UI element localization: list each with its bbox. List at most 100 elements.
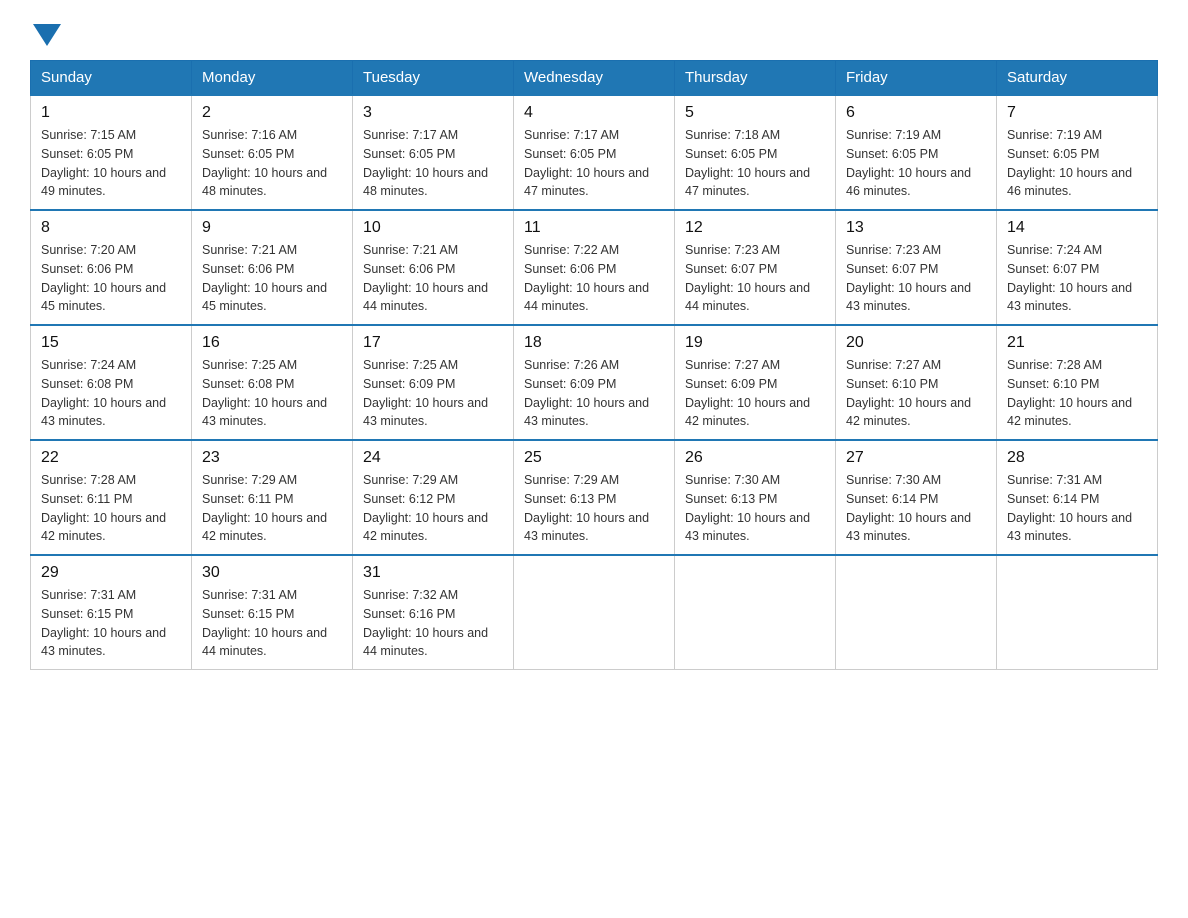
calendar-cell bbox=[514, 555, 675, 670]
day-number: 12 bbox=[685, 219, 825, 237]
day-number: 11 bbox=[524, 219, 664, 237]
calendar-cell: 31 Sunrise: 7:32 AMSunset: 6:16 PMDaylig… bbox=[353, 555, 514, 670]
day-number: 4 bbox=[524, 104, 664, 122]
day-info: Sunrise: 7:17 AMSunset: 6:05 PMDaylight:… bbox=[363, 126, 503, 201]
calendar-cell: 21 Sunrise: 7:28 AMSunset: 6:10 PMDaylig… bbox=[997, 325, 1158, 440]
day-number: 14 bbox=[1007, 219, 1147, 237]
calendar-cell: 14 Sunrise: 7:24 AMSunset: 6:07 PMDaylig… bbox=[997, 210, 1158, 325]
day-info: Sunrise: 7:26 AMSunset: 6:09 PMDaylight:… bbox=[524, 356, 664, 431]
calendar-cell bbox=[836, 555, 997, 670]
day-info: Sunrise: 7:28 AMSunset: 6:10 PMDaylight:… bbox=[1007, 356, 1147, 431]
day-info: Sunrise: 7:23 AMSunset: 6:07 PMDaylight:… bbox=[685, 241, 825, 316]
page-header bbox=[30, 20, 1158, 42]
calendar-cell: 18 Sunrise: 7:26 AMSunset: 6:09 PMDaylig… bbox=[514, 325, 675, 440]
day-info: Sunrise: 7:27 AMSunset: 6:10 PMDaylight:… bbox=[846, 356, 986, 431]
calendar-cell: 20 Sunrise: 7:27 AMSunset: 6:10 PMDaylig… bbox=[836, 325, 997, 440]
calendar-cell: 22 Sunrise: 7:28 AMSunset: 6:11 PMDaylig… bbox=[31, 440, 192, 555]
day-number: 22 bbox=[41, 449, 181, 467]
day-info: Sunrise: 7:18 AMSunset: 6:05 PMDaylight:… bbox=[685, 126, 825, 201]
calendar-cell: 13 Sunrise: 7:23 AMSunset: 6:07 PMDaylig… bbox=[836, 210, 997, 325]
day-info: Sunrise: 7:23 AMSunset: 6:07 PMDaylight:… bbox=[846, 241, 986, 316]
weekday-header-thursday: Thursday bbox=[675, 61, 836, 96]
day-info: Sunrise: 7:31 AMSunset: 6:14 PMDaylight:… bbox=[1007, 471, 1147, 546]
day-info: Sunrise: 7:19 AMSunset: 6:05 PMDaylight:… bbox=[846, 126, 986, 201]
day-info: Sunrise: 7:15 AMSunset: 6:05 PMDaylight:… bbox=[41, 126, 181, 201]
day-info: Sunrise: 7:20 AMSunset: 6:06 PMDaylight:… bbox=[41, 241, 181, 316]
day-info: Sunrise: 7:30 AMSunset: 6:13 PMDaylight:… bbox=[685, 471, 825, 546]
calendar-cell bbox=[997, 555, 1158, 670]
day-number: 17 bbox=[363, 334, 503, 352]
calendar-cell: 17 Sunrise: 7:25 AMSunset: 6:09 PMDaylig… bbox=[353, 325, 514, 440]
calendar-cell: 1 Sunrise: 7:15 AMSunset: 6:05 PMDayligh… bbox=[31, 95, 192, 210]
day-number: 16 bbox=[202, 334, 342, 352]
day-number: 23 bbox=[202, 449, 342, 467]
day-number: 18 bbox=[524, 334, 664, 352]
calendar-week-row: 29 Sunrise: 7:31 AMSunset: 6:15 PMDaylig… bbox=[31, 555, 1158, 670]
day-number: 8 bbox=[41, 219, 181, 237]
calendar-cell: 23 Sunrise: 7:29 AMSunset: 6:11 PMDaylig… bbox=[192, 440, 353, 555]
day-number: 27 bbox=[846, 449, 986, 467]
day-info: Sunrise: 7:19 AMSunset: 6:05 PMDaylight:… bbox=[1007, 126, 1147, 201]
calendar-cell: 25 Sunrise: 7:29 AMSunset: 6:13 PMDaylig… bbox=[514, 440, 675, 555]
day-number: 20 bbox=[846, 334, 986, 352]
calendar-week-row: 1 Sunrise: 7:15 AMSunset: 6:05 PMDayligh… bbox=[31, 95, 1158, 210]
day-number: 5 bbox=[685, 104, 825, 122]
day-info: Sunrise: 7:16 AMSunset: 6:05 PMDaylight:… bbox=[202, 126, 342, 201]
day-number: 7 bbox=[1007, 104, 1147, 122]
calendar-cell bbox=[675, 555, 836, 670]
calendar-cell: 26 Sunrise: 7:30 AMSunset: 6:13 PMDaylig… bbox=[675, 440, 836, 555]
day-info: Sunrise: 7:25 AMSunset: 6:08 PMDaylight:… bbox=[202, 356, 342, 431]
day-info: Sunrise: 7:27 AMSunset: 6:09 PMDaylight:… bbox=[685, 356, 825, 431]
day-info: Sunrise: 7:25 AMSunset: 6:09 PMDaylight:… bbox=[363, 356, 503, 431]
logo bbox=[30, 20, 61, 42]
calendar-cell: 16 Sunrise: 7:25 AMSunset: 6:08 PMDaylig… bbox=[192, 325, 353, 440]
weekday-header-friday: Friday bbox=[836, 61, 997, 96]
calendar-cell: 10 Sunrise: 7:21 AMSunset: 6:06 PMDaylig… bbox=[353, 210, 514, 325]
calendar-header-row: SundayMondayTuesdayWednesdayThursdayFrid… bbox=[31, 61, 1158, 96]
day-number: 10 bbox=[363, 219, 503, 237]
calendar-cell: 5 Sunrise: 7:18 AMSunset: 6:05 PMDayligh… bbox=[675, 95, 836, 210]
calendar-week-row: 22 Sunrise: 7:28 AMSunset: 6:11 PMDaylig… bbox=[31, 440, 1158, 555]
calendar-cell: 3 Sunrise: 7:17 AMSunset: 6:05 PMDayligh… bbox=[353, 95, 514, 210]
day-number: 28 bbox=[1007, 449, 1147, 467]
day-number: 24 bbox=[363, 449, 503, 467]
calendar-table: SundayMondayTuesdayWednesdayThursdayFrid… bbox=[30, 60, 1158, 670]
calendar-cell: 8 Sunrise: 7:20 AMSunset: 6:06 PMDayligh… bbox=[31, 210, 192, 325]
day-info: Sunrise: 7:22 AMSunset: 6:06 PMDaylight:… bbox=[524, 241, 664, 316]
logo-triangle-icon bbox=[33, 24, 61, 46]
day-number: 19 bbox=[685, 334, 825, 352]
calendar-cell: 12 Sunrise: 7:23 AMSunset: 6:07 PMDaylig… bbox=[675, 210, 836, 325]
day-info: Sunrise: 7:29 AMSunset: 6:13 PMDaylight:… bbox=[524, 471, 664, 546]
calendar-cell: 28 Sunrise: 7:31 AMSunset: 6:14 PMDaylig… bbox=[997, 440, 1158, 555]
day-info: Sunrise: 7:24 AMSunset: 6:07 PMDaylight:… bbox=[1007, 241, 1147, 316]
calendar-cell: 30 Sunrise: 7:31 AMSunset: 6:15 PMDaylig… bbox=[192, 555, 353, 670]
day-info: Sunrise: 7:21 AMSunset: 6:06 PMDaylight:… bbox=[202, 241, 342, 316]
weekday-header-monday: Monday bbox=[192, 61, 353, 96]
calendar-cell: 2 Sunrise: 7:16 AMSunset: 6:05 PMDayligh… bbox=[192, 95, 353, 210]
day-number: 30 bbox=[202, 564, 342, 582]
day-info: Sunrise: 7:31 AMSunset: 6:15 PMDaylight:… bbox=[41, 586, 181, 661]
day-info: Sunrise: 7:28 AMSunset: 6:11 PMDaylight:… bbox=[41, 471, 181, 546]
calendar-cell: 24 Sunrise: 7:29 AMSunset: 6:12 PMDaylig… bbox=[353, 440, 514, 555]
day-info: Sunrise: 7:17 AMSunset: 6:05 PMDaylight:… bbox=[524, 126, 664, 201]
weekday-header-saturday: Saturday bbox=[997, 61, 1158, 96]
day-number: 25 bbox=[524, 449, 664, 467]
day-number: 31 bbox=[363, 564, 503, 582]
calendar-cell: 9 Sunrise: 7:21 AMSunset: 6:06 PMDayligh… bbox=[192, 210, 353, 325]
day-info: Sunrise: 7:30 AMSunset: 6:14 PMDaylight:… bbox=[846, 471, 986, 546]
day-number: 26 bbox=[685, 449, 825, 467]
day-info: Sunrise: 7:31 AMSunset: 6:15 PMDaylight:… bbox=[202, 586, 342, 661]
day-number: 1 bbox=[41, 104, 181, 122]
calendar-cell: 7 Sunrise: 7:19 AMSunset: 6:05 PMDayligh… bbox=[997, 95, 1158, 210]
day-info: Sunrise: 7:32 AMSunset: 6:16 PMDaylight:… bbox=[363, 586, 503, 661]
day-number: 2 bbox=[202, 104, 342, 122]
day-number: 3 bbox=[363, 104, 503, 122]
calendar-cell: 11 Sunrise: 7:22 AMSunset: 6:06 PMDaylig… bbox=[514, 210, 675, 325]
calendar-cell: 29 Sunrise: 7:31 AMSunset: 6:15 PMDaylig… bbox=[31, 555, 192, 670]
day-number: 6 bbox=[846, 104, 986, 122]
day-info: Sunrise: 7:21 AMSunset: 6:06 PMDaylight:… bbox=[363, 241, 503, 316]
day-number: 15 bbox=[41, 334, 181, 352]
calendar-week-row: 15 Sunrise: 7:24 AMSunset: 6:08 PMDaylig… bbox=[31, 325, 1158, 440]
day-info: Sunrise: 7:29 AMSunset: 6:11 PMDaylight:… bbox=[202, 471, 342, 546]
day-info: Sunrise: 7:29 AMSunset: 6:12 PMDaylight:… bbox=[363, 471, 503, 546]
